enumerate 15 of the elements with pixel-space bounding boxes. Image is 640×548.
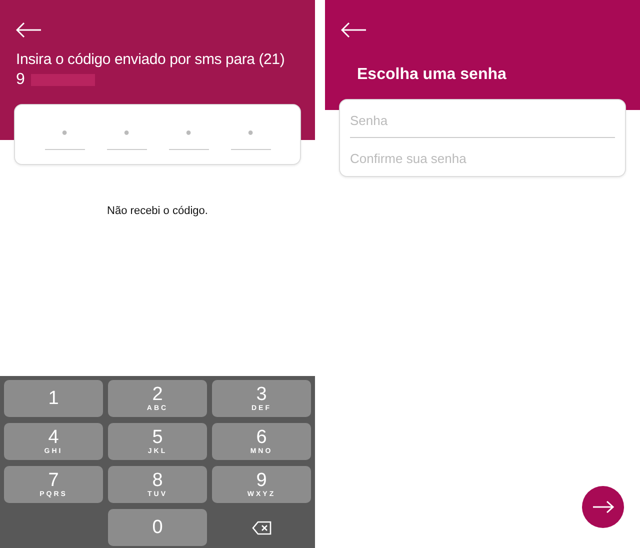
code-slot[interactable]: • — [106, 125, 146, 150]
code-slot[interactable]: • — [230, 125, 270, 150]
phone-number: 9 — [16, 70, 25, 90]
screen-title: Escolha uma senha — [357, 66, 508, 84]
back-arrow-icon[interactable] — [341, 22, 367, 38]
keypad-key[interactable]: 0 — [108, 509, 207, 546]
arrow-right-icon — [592, 501, 614, 513]
back-arrow-icon[interactable] — [16, 22, 42, 38]
instruction-text: Insira o código enviado por sms para (21) — [16, 50, 286, 70]
code-slot[interactable]: • — [44, 125, 84, 150]
resend-code-link[interactable]: Não recebi o código. — [107, 205, 208, 217]
backspace-icon — [252, 520, 272, 534]
next-button[interactable] — [582, 486, 624, 528]
code-slot[interactable]: • — [168, 125, 208, 150]
keypad-key[interactable]: 1 — [4, 380, 103, 417]
